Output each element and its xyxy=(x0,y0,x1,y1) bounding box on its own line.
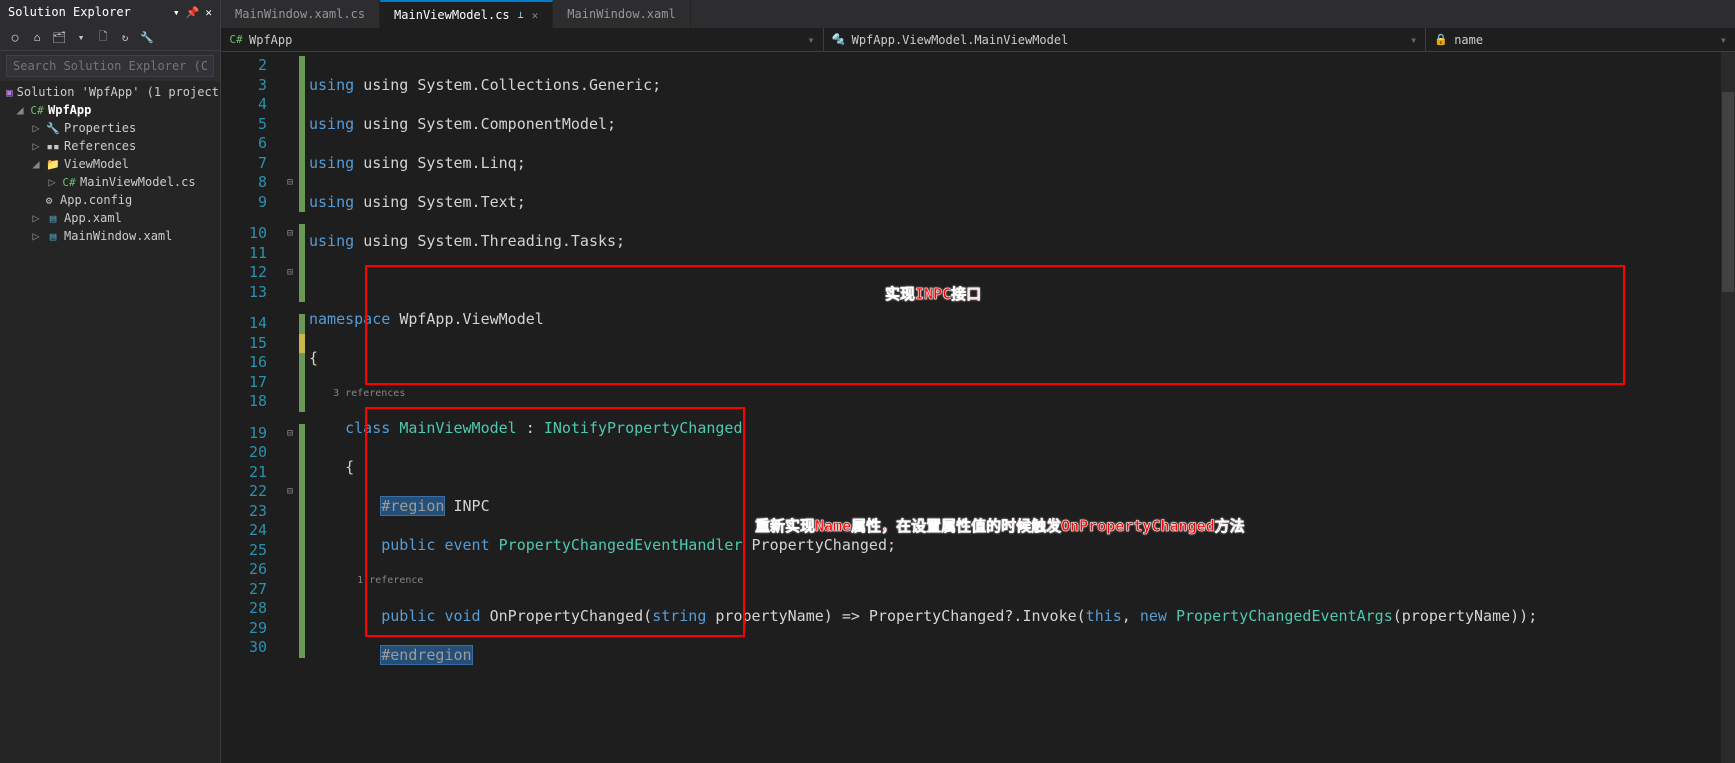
chevron-down-icon: ▾ xyxy=(1720,33,1727,47)
solution-icon: ▣ xyxy=(6,85,13,99)
chevron-down-icon: ▾ xyxy=(807,33,814,47)
folder-icon: 📁 xyxy=(46,157,60,171)
document-tabs: MainWindow.xaml.cs MainViewModel.cs⟂✕ Ma… xyxy=(221,0,1735,28)
properties-icon[interactable]: 🔧 xyxy=(138,28,156,46)
expand-icon[interactable]: ◢ xyxy=(14,103,26,117)
annotation-text-1: 实现INPC接口 xyxy=(885,285,981,305)
project-node[interactable]: ◢C#WpfApp xyxy=(0,101,220,119)
file-node[interactable]: ▷▤MainWindow.xaml xyxy=(0,227,220,245)
file-node[interactable]: ▷▤App.xaml xyxy=(0,209,220,227)
project-dropdown[interactable]: C#WpfApp▾ xyxy=(221,28,824,51)
expand-icon[interactable]: ▷ xyxy=(30,139,42,153)
folder-node[interactable]: ◢📁ViewModel xyxy=(0,155,220,173)
collapse-icon[interactable]: ▾ xyxy=(72,28,90,46)
annotation-text-2: 重新实现Name属性，在设置属性值的时候触发OnPropertyChanged方… xyxy=(755,517,1245,537)
solution-node[interactable]: ▣Solution 'WpfApp' (1 project) xyxy=(0,83,220,101)
expand-icon[interactable]: ▷ xyxy=(30,121,42,135)
annotation-box-2 xyxy=(365,407,745,637)
vertical-scrollbar[interactable] xyxy=(1721,52,1735,763)
wrench-icon: 🔧 xyxy=(46,121,60,135)
properties-node[interactable]: ▷🔧Properties xyxy=(0,119,220,137)
class-dropdown[interactable]: 🔩WpfApp.ViewModel.MainViewModel▾ xyxy=(824,28,1427,51)
code-editor[interactable]: 23456789 10111213 1415161718 19202122232… xyxy=(221,52,1735,763)
file-node[interactable]: ⚙App.config xyxy=(0,191,220,209)
pin-icon[interactable]: 📌 xyxy=(186,6,200,19)
chevron-down-icon: ▾ xyxy=(1410,33,1417,47)
codelens-references[interactable]: 1 reference xyxy=(357,575,423,586)
tab-mainviewmodel[interactable]: MainViewModel.cs⟂✕ xyxy=(380,0,553,28)
xaml-icon: ▤ xyxy=(46,229,60,243)
scrollbar-thumb[interactable] xyxy=(1722,92,1734,292)
expand-icon[interactable]: ▷ xyxy=(46,175,58,189)
xaml-icon: ▤ xyxy=(46,211,60,225)
tab-mainwindow-xaml[interactable]: MainWindow.xaml xyxy=(553,0,690,28)
search-input[interactable] xyxy=(6,55,214,77)
field-icon: 🔒 xyxy=(1434,33,1448,47)
line-numbers: 23456789 10111213 1415161718 19202122232… xyxy=(221,52,281,763)
expand-icon[interactable]: ◢ xyxy=(30,157,42,171)
expand-icon[interactable]: ▷ xyxy=(30,211,42,225)
dropdown-icon[interactable]: ▾ xyxy=(173,6,180,19)
csproj-icon: C# xyxy=(229,33,243,47)
panel-header: Solution Explorer ▾ 📌 ✕ xyxy=(0,0,220,24)
file-node[interactable]: ▷C#MainViewModel.cs xyxy=(0,173,220,191)
config-icon: ⚙ xyxy=(42,193,56,207)
csproj-icon: C# xyxy=(30,103,44,117)
panel-toolbar: ◯ ⌂ 🗂 ▾ 🗋 ↻ 🔧 xyxy=(0,24,220,51)
panel-title: Solution Explorer xyxy=(8,5,131,19)
sync-icon[interactable]: 🗂 xyxy=(50,28,68,46)
search-container xyxy=(0,51,220,81)
close-icon[interactable]: ✕ xyxy=(532,9,539,22)
back-icon[interactable]: ◯ xyxy=(6,28,24,46)
solution-tree: ▣Solution 'WpfApp' (1 project) ◢C#WpfApp… xyxy=(0,81,220,763)
home-icon[interactable]: ⌂ xyxy=(28,28,46,46)
refresh-icon[interactable]: ↻ xyxy=(116,28,134,46)
solution-explorer-panel: Solution Explorer ▾ 📌 ✕ ◯ ⌂ 🗂 ▾ 🗋 ↻ 🔧 ▣S… xyxy=(0,0,221,763)
editor-area: MainWindow.xaml.cs MainViewModel.cs⟂✕ Ma… xyxy=(221,0,1735,763)
fold-gutter: ⊟ ⊟⊟ ⊟⊟ xyxy=(281,52,299,763)
close-icon[interactable]: ✕ xyxy=(205,6,212,19)
class-icon: 🔩 xyxy=(832,33,846,47)
code-content[interactable]: using using System.Collections.Generic; … xyxy=(305,52,1735,763)
tab-mainwindow-cs[interactable]: MainWindow.xaml.cs xyxy=(221,0,380,28)
show-all-icon[interactable]: 🗋 xyxy=(94,28,112,46)
member-dropdown[interactable]: 🔒name▾ xyxy=(1426,28,1735,51)
expand-icon[interactable]: ▷ xyxy=(30,229,42,243)
references-icon: ▪▪ xyxy=(46,139,60,153)
nav-bar: C#WpfApp▾ 🔩WpfApp.ViewModel.MainViewMode… xyxy=(221,28,1735,52)
pin-icon[interactable]: ⟂ xyxy=(518,10,524,21)
references-node[interactable]: ▷▪▪References xyxy=(0,137,220,155)
codelens-references[interactable]: 3 references xyxy=(333,388,405,399)
cs-icon: C# xyxy=(62,175,76,189)
